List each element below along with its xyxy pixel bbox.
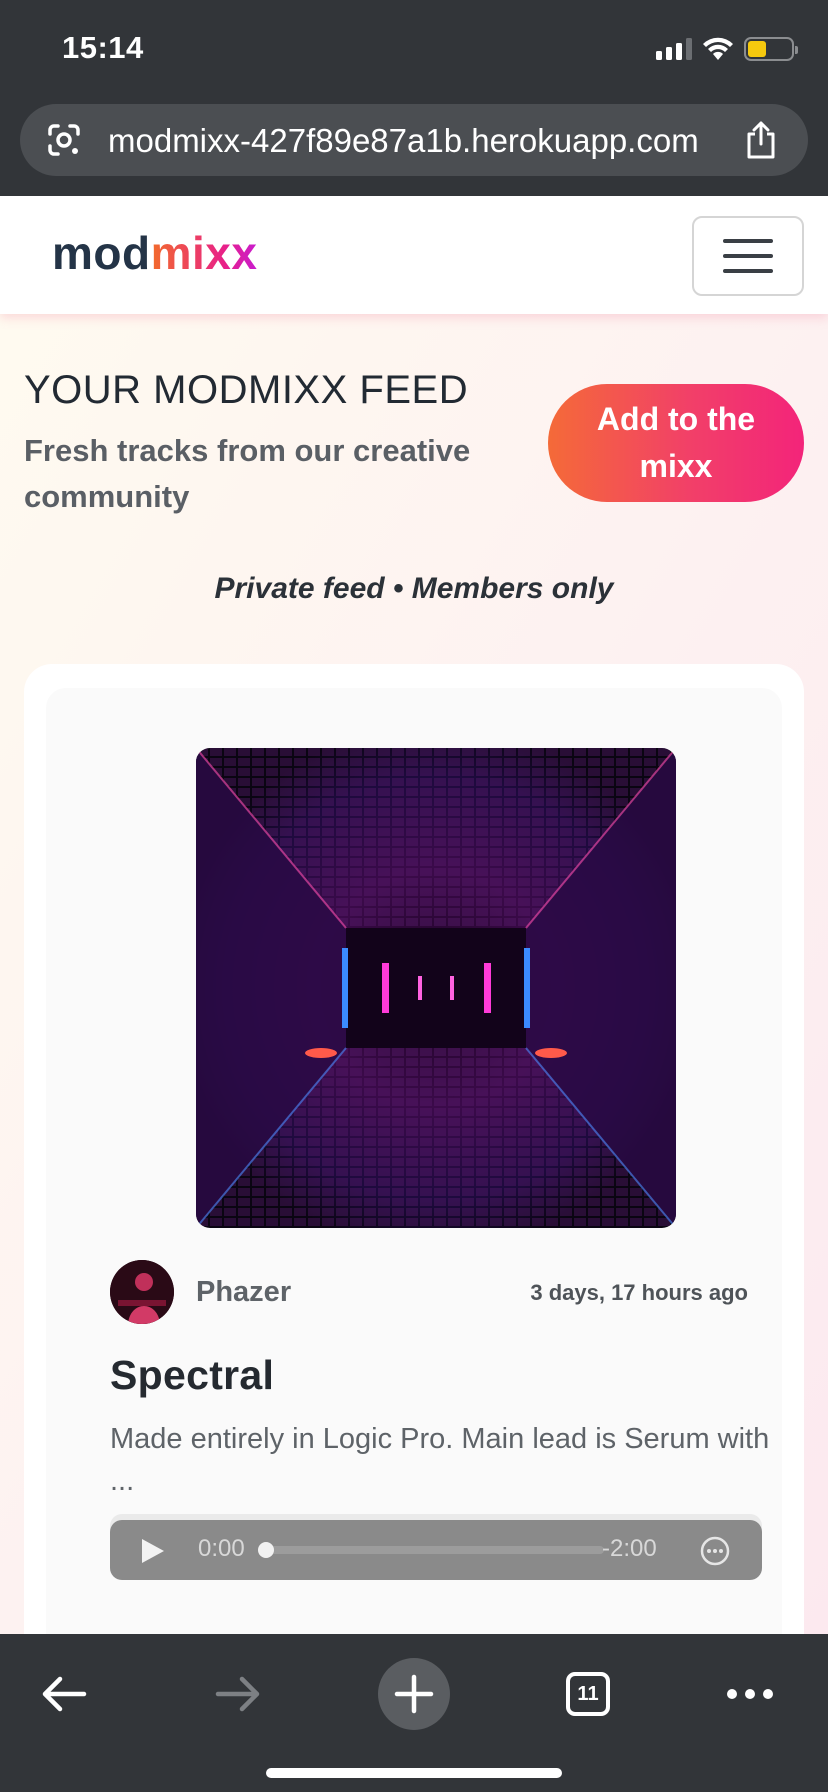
hamburger-icon-line <box>723 269 773 273</box>
seek-bar[interactable] <box>266 1546 604 1554</box>
feed-subtitle: Fresh tracks from our creative community <box>24 433 471 514</box>
current-time: 0:00 <box>198 1535 245 1562</box>
track-title[interactable]: Spectral <box>110 1352 274 1399</box>
tabs-button[interactable]: 11 <box>552 1658 624 1730</box>
track-cover-art[interactable] <box>196 748 676 1228</box>
url-text[interactable]: modmixx-427f89e87a1b.herokuapp.com <box>108 122 699 160</box>
add-to-mixx-button[interactable]: Add to the mixx <box>548 384 804 502</box>
status-icons <box>656 34 798 64</box>
site-logo[interactable]: modmixx <box>52 226 257 280</box>
browser-menu-button[interactable] <box>714 1658 786 1730</box>
web-page: modmixx YOUR MODMIXX FEED Fresh tracks f… <box>0 196 828 1634</box>
posted-time: 3 days, 17 hours ago <box>530 1280 748 1305</box>
track-description: Made entirely in Logic Pro. Main lead is… <box>110 1423 770 1497</box>
back-button[interactable] <box>28 1658 100 1730</box>
forward-arrow-icon <box>215 1676 260 1712</box>
audio-player: 0:00 -2:00 <box>110 1520 762 1580</box>
artist-name[interactable]: Phazer <box>196 1276 291 1309</box>
plus-icon <box>394 1674 434 1714</box>
home-indicator[interactable] <box>266 1768 562 1778</box>
feed-privacy-note: Private feed • Members only <box>214 572 614 605</box>
new-tab-button[interactable] <box>378 1658 450 1730</box>
play-icon[interactable] <box>140 1538 166 1564</box>
feed-title: YOUR MODMIXX FEED <box>24 368 469 412</box>
share-icon[interactable] <box>742 120 780 160</box>
hamburger-icon-line <box>723 254 773 258</box>
track-card-body: Phazer 3 days, 17 hours ago Spectral Mad… <box>46 688 782 1634</box>
wifi-icon <box>703 37 733 60</box>
remaining-time: -2:00 <box>602 1535 657 1562</box>
forward-button[interactable] <box>202 1658 274 1730</box>
browser-top-bar: 15:14 modmixx-427f89e87a1b.herokuapp.com <box>0 0 828 196</box>
address-bar[interactable]: modmixx-427f89e87a1b.herokuapp.com <box>20 104 808 176</box>
artist-avatar[interactable] <box>110 1260 174 1324</box>
status-time: 15:14 <box>62 30 144 65</box>
tabs-icon: 11 <box>566 1672 610 1716</box>
hamburger-icon-line <box>723 239 773 243</box>
track-card: Phazer 3 days, 17 hours ago Spectral Mad… <box>24 664 804 1634</box>
more-icon <box>727 1689 773 1699</box>
signal-icon <box>656 38 692 60</box>
google-lens-icon[interactable] <box>44 120 84 160</box>
menu-toggle-button[interactable] <box>692 216 804 296</box>
seek-knob[interactable] <box>258 1542 274 1558</box>
player-options-icon[interactable] <box>700 1536 730 1566</box>
site-navbar: modmixx <box>0 196 828 314</box>
battery-icon <box>744 37 798 61</box>
back-arrow-icon <box>42 1676 87 1712</box>
